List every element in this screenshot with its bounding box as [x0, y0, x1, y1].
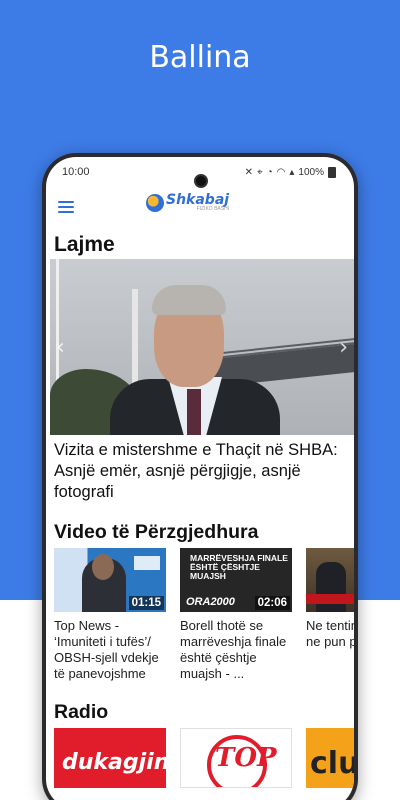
- battery-icon: [328, 166, 336, 178]
- camera-icon: [194, 174, 208, 188]
- radio-section-title: Radio: [54, 701, 109, 723]
- status-time: 10:00: [62, 166, 90, 178]
- phone-frame: 10:00 ✕ ⌖ ◔ ◠ ▴ 100% Shkabaj FIZIKO BASH…: [42, 153, 358, 800]
- screen-title: Ballina: [149, 40, 251, 75]
- logo-text: Shkabaj: [166, 192, 230, 208]
- video-thumbnail[interactable]: [306, 548, 354, 612]
- radio-station-tile[interactable]: dukagjini: [54, 728, 166, 788]
- chevron-right-icon[interactable]: ›: [339, 335, 348, 360]
- location-icon: ⌖: [256, 166, 263, 178]
- video-thumbnail[interactable]: 01:15: [54, 548, 166, 612]
- radio-station-logo: TOP: [215, 743, 277, 773]
- hamburger-icon[interactable]: [58, 201, 74, 213]
- video-card[interactable]: 01:15 Top News - ‘Imuniteti i tufës’/ OB…: [54, 548, 166, 682]
- video-duration: 01:15: [128, 596, 164, 610]
- signal-icon: ▴: [289, 166, 295, 178]
- news-hero-image[interactable]: ‹ ›: [50, 259, 354, 435]
- thumbnail-text: MARRËVESHJA FINALE ËSHTË ÇËSHTJE MUAJSH: [190, 553, 288, 581]
- video-caption[interactable]: Top News - ‘Imuniteti i tufës’/ OBSH-sje…: [54, 612, 166, 682]
- status-icons: ✕ ⌖ ◔ ◠ ▴ 100%: [244, 166, 336, 178]
- radio-station-tile[interactable]: club: [306, 728, 354, 788]
- video-carousel[interactable]: 01:15 Top News - ‘Imuniteti i tufës’/ OB…: [46, 548, 354, 682]
- radio-station-tile[interactable]: TOP: [180, 728, 292, 788]
- chevron-left-icon[interactable]: ‹: [56, 335, 65, 360]
- video-card[interactable]: Ne tentimi shtate, n ne pun per rime: [306, 548, 354, 682]
- video-duration: 02:06: [254, 596, 290, 610]
- mute-icon: ✕: [244, 166, 253, 178]
- news-section-title: Lajme: [54, 233, 115, 256]
- phone-screen: 10:00 ✕ ⌖ ◔ ◠ ▴ 100% Shkabaj FIZIKO BASH…: [46, 157, 354, 800]
- radio-station-logo: dukagjini: [62, 750, 166, 775]
- wifi-icon: ◠: [276, 166, 286, 178]
- radio-station-logo: club: [310, 746, 354, 781]
- video-card[interactable]: MARRËVESHJA FINALE ËSHTË ÇËSHTJE MUAJSH …: [180, 548, 292, 682]
- battery-percent: 100%: [298, 166, 324, 178]
- videos-section-title: Video të Përzgjedhura: [54, 521, 259, 543]
- video-caption[interactable]: Borell thotë se marrëveshja finale është…: [180, 612, 292, 682]
- app-bar: Shkabaj FIZIKO BASHI: [46, 187, 354, 227]
- alarm-icon: ◔: [266, 166, 273, 178]
- thumbnail-logo: ORA2000: [186, 596, 235, 608]
- logo-mark-icon: [146, 193, 164, 212]
- video-thumbnail[interactable]: MARRËVESHJA FINALE ËSHTË ÇËSHTJE MUAJSH …: [180, 548, 292, 612]
- video-caption[interactable]: Ne tentimi shtate, n ne pun per rime: [306, 612, 354, 650]
- radio-carousel[interactable]: dukagjini TOP club: [46, 728, 354, 788]
- app-logo[interactable]: Shkabaj FIZIKO BASHI: [146, 193, 229, 212]
- logo-subtitle: FIZIKO BASHI: [196, 206, 230, 212]
- news-headline[interactable]: Vizita e mistershme e Thaçit në SHBA: As…: [46, 435, 354, 510]
